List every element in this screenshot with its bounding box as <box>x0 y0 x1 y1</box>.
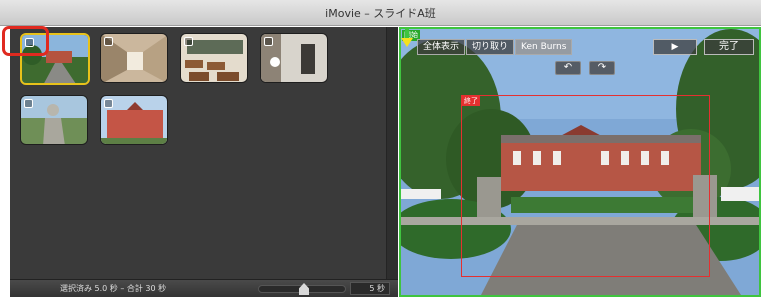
zoom-slider-knob[interactable] <box>299 283 309 295</box>
thumbnail-zoom-slider[interactable] <box>258 283 346 295</box>
play-preview-button[interactable]: ▶ <box>653 39 697 55</box>
crop-mode-segmented-control: 全体表示 切り取り Ken Burns <box>417 39 573 55</box>
window-title-bar: iMovie – スライドA班 <box>0 0 761 26</box>
photo-badge-icon <box>184 37 193 46</box>
end-frame-rectangle[interactable] <box>461 95 710 277</box>
photo-badge-icon <box>24 99 33 108</box>
window-title: iMovie – スライドA班 <box>325 6 436 20</box>
end-frame-label: 終了 <box>462 96 480 106</box>
thumbnail-statue[interactable] <box>20 95 88 145</box>
crop-mode-button[interactable]: 切り取り <box>466 39 515 55</box>
photo-badge-icon <box>104 37 113 46</box>
ken-burns-direction-arrow-icon <box>401 29 413 47</box>
thumbnail-corridor[interactable] <box>100 33 168 83</box>
rotate-left-icon: ↶ <box>563 62 573 73</box>
fit-mode-button[interactable]: 全体表示 <box>417 39 466 55</box>
thumbnail-interior[interactable] <box>260 33 328 83</box>
annotation-highlight-box <box>2 26 49 56</box>
browser-scrollbar[interactable] <box>386 27 398 279</box>
browser-status-bar: 選択済み 5.0 秒 – 合計 30 秒 5 秒 <box>10 279 398 297</box>
photo-browser: 選択済み 5.0 秒 – 合計 30 秒 5 秒 <box>10 27 398 297</box>
photo-badge-icon <box>104 99 113 108</box>
play-icon: ▶ <box>671 42 679 52</box>
rotate-left-button[interactable]: ↶ <box>555 61 581 75</box>
thumbnail-red-building[interactable] <box>100 95 168 145</box>
done-button[interactable]: 完了 <box>704 39 754 55</box>
viewer-pane: 開始 全体表示 切り取り Ken Burns ▶ 完了 ↶ ↷ 終了 <box>399 27 761 297</box>
rotate-right-icon: ↷ <box>597 62 607 73</box>
ken-burns-mode-button[interactable]: Ken Burns <box>515 39 573 55</box>
thumbnail-classroom[interactable] <box>180 33 248 83</box>
photo-badge-icon <box>264 37 273 46</box>
rotate-right-button[interactable]: ↷ <box>589 61 615 75</box>
zoom-duration-field[interactable]: 5 秒 <box>350 282 390 295</box>
selection-duration-text: 選択済み 5.0 秒 – 合計 30 秒 <box>60 284 167 293</box>
